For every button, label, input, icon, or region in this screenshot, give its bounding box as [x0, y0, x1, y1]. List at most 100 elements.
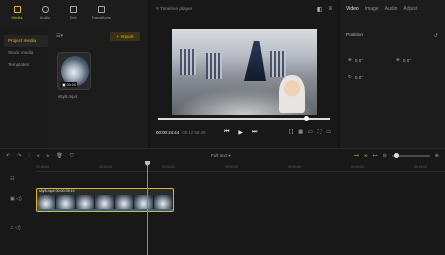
store-shelf-mid [206, 53, 222, 79]
media-sidebar: Project media Stock media Templates [0, 27, 48, 148]
play-icon[interactable]: ▶ [238, 129, 243, 136]
clip-audio-waveform [37, 209, 173, 211]
player-title-text: Timeline player [160, 6, 193, 12]
timeline-tools: ↶ ↷ ⫶ ⫷ ⫸ 🗑 ⛉ [6, 153, 73, 159]
media-item-thumbnail[interactable]: ▣ 00:20 [57, 52, 91, 90]
split-icon[interactable]: [ ] [289, 129, 293, 135]
crop-icon[interactable]: ◧ [317, 6, 323, 13]
ruler-tick: 00:00:10 [99, 165, 113, 169]
current-time: 00:00:24:44 [156, 129, 180, 135]
media-panel: Media Audio Text Transitions Project med… [0, 0, 148, 148]
param-x-value: 0.0° [354, 57, 364, 63]
transitions-icon [97, 6, 105, 13]
player-title: ≡ Timeline player [156, 7, 192, 12]
param-z[interactable]: ↻ 0.0° [348, 74, 363, 80]
ratio-icon[interactable]: ▭ [308, 129, 313, 135]
timeline-right-tools: ⊶ ∞ ⊷ ⊖ ⊕ [354, 153, 439, 159]
audio-track-icon[interactable]: ♫ ◁) [10, 225, 21, 231]
split-left-icon[interactable]: ⫷ [37, 153, 40, 159]
transport-controls: ⏮ ▶ ⏭ [224, 129, 257, 136]
tool-audio-label: Audio [39, 15, 51, 20]
previous-frame-icon[interactable]: ⏮ [224, 129, 229, 136]
split-right-icon[interactable]: ⫸ [47, 153, 50, 159]
tool-transitions-label: Transitions [91, 15, 111, 20]
import-button[interactable]: + Import [110, 31, 140, 41]
tool-text[interactable]: Text [62, 2, 84, 24]
player-panel: ≡ Timeline player ◧ ≡ 00:00:24:44 00:12:… [150, 0, 338, 148]
fullscreen-icon[interactable]: ⛶ [318, 129, 322, 135]
snap-icon[interactable]: ⊷ [373, 153, 378, 159]
shield-icon[interactable]: ⛉ [70, 153, 74, 159]
delete-icon[interactable]: 🗑 [56, 153, 62, 159]
video-track-icon[interactable]: ▣ ◁) [10, 196, 22, 202]
store-shelf-right [270, 51, 286, 77]
player-controls: 00:00:24:44 00:12:55:49 ⏮ ▶ ⏭ [ ] ▦ ▭ ⛶ … [150, 126, 338, 138]
param-y-value: 0.0° [402, 57, 412, 63]
grid-icon[interactable]: ▦ [298, 129, 303, 135]
player-header-icons: ◧ ≡ [317, 6, 332, 13]
timeline-panel: ↶ ↷ ⫶ ⫷ ⫸ 🗑 ⛉ Full text ▾ ⊶ ∞ ⊷ ⊖ ⊕ 00:0… [0, 148, 445, 255]
tool-audio[interactable]: Audio [34, 2, 56, 24]
tool-media-label: Media [11, 15, 23, 20]
duration-badge: ▣ 00:20 [61, 82, 78, 87]
param-x[interactable]: ⊕ 0.0° [348, 57, 363, 63]
tab-image[interactable]: Image [365, 6, 379, 12]
player-right-controls: [ ] ▦ ▭ ⛶ ▭ [289, 129, 331, 135]
media-list-header: ☰▾ + Import [50, 27, 148, 45]
position-section-label: Position [346, 33, 364, 38]
playback-progress-bar[interactable] [158, 116, 330, 121]
redo-icon[interactable]: ↷ [17, 153, 21, 159]
timeline-playhead[interactable] [145, 161, 150, 255]
timeline-ruler[interactable]: 00:00:00 00:00:10 00:00:20 00:00:30 00:0… [36, 164, 445, 172]
inspector-tabs: Video Image Audio Adjust [340, 0, 445, 18]
link-icon[interactable]: ⊶ [354, 153, 359, 159]
timeline-mode-select[interactable]: Full text ▾ [211, 153, 231, 159]
video-clip[interactable]: s5y5.mp4 00:00:39:10 [36, 188, 174, 212]
undo-icon[interactable]: ↶ [6, 153, 10, 159]
ruler-tick: 00:00:50 [351, 165, 365, 169]
video-preview[interactable] [172, 29, 317, 115]
zoom-fit-icon[interactable]: ⊕ [435, 153, 439, 159]
text-track-icon[interactable]: ☷ [10, 176, 14, 182]
ruler-tick: 00:00:00 [36, 165, 50, 169]
reset-icon[interactable]: ↺ [434, 33, 438, 39]
next-frame-icon[interactable]: ⏭ [252, 129, 257, 136]
total-time: 00:12:55:49 [182, 129, 206, 135]
magnet-icon[interactable]: ∞ [364, 153, 368, 159]
zoom-out-icon[interactable]: ⊖ [383, 153, 387, 159]
tab-audio[interactable]: Audio [385, 6, 398, 12]
inspector-panel: Video Image Audio Adjust Position ↺ ⊕ 0.0… [340, 0, 445, 148]
top-toolbar: Media Audio Text Transitions [0, 0, 148, 26]
tab-video[interactable]: Video [346, 6, 359, 12]
ruler-tick: 00:01:00 [414, 165, 428, 169]
sidebar-item-stock-media[interactable]: Stock media [4, 47, 48, 59]
split-clip-icon[interactable]: ⫶ [28, 153, 29, 159]
clip-label: s5y5.mp4 00:00:39:10 [39, 189, 75, 193]
player-header: ≡ Timeline player ◧ ≡ [150, 0, 338, 18]
playback-progress-handle[interactable] [304, 116, 309, 121]
text-icon [69, 6, 77, 13]
tool-media[interactable]: Media [6, 2, 28, 24]
rotate-z-icon: ↻ [348, 74, 352, 79]
timeline-toolbar: ↶ ↷ ⫶ ⫷ ⫸ 🗑 ⛉ Full text ▾ ⊶ ∞ ⊷ ⊖ ⊕ [0, 149, 445, 163]
media-list: ☰▾ + Import ▣ 00:20 s5y5.mp4 [50, 27, 148, 148]
sidebar-item-project-media[interactable]: Project media [4, 35, 48, 47]
more-icon[interactable]: ≡ [328, 6, 332, 13]
tool-text-label: Text [69, 15, 77, 20]
tool-transitions[interactable]: Transitions [90, 2, 112, 24]
media-item-name: s5y5.mp4 [58, 94, 78, 99]
param-y[interactable]: ⊕ 0.0° [396, 57, 411, 63]
media-icon [13, 6, 21, 13]
zoom-slider[interactable] [391, 153, 430, 158]
view-toggle-icon[interactable]: ☰▾ [56, 33, 63, 39]
tab-adjust[interactable]: Adjust [403, 6, 417, 12]
rotate-y-icon: ⊕ [396, 57, 400, 62]
ruler-tick: 00:00:20 [162, 165, 176, 169]
audio-icon [41, 6, 49, 13]
ruler-tick: 00:00:40 [288, 165, 302, 169]
param-z-value: 0.0° [354, 74, 364, 80]
rotate-x-icon: ⊕ [348, 57, 352, 62]
sidebar-item-templates[interactable]: Templates [4, 59, 48, 71]
store-shelf-left [180, 49, 196, 75]
collapse-icon[interactable]: ▭ [326, 129, 331, 135]
